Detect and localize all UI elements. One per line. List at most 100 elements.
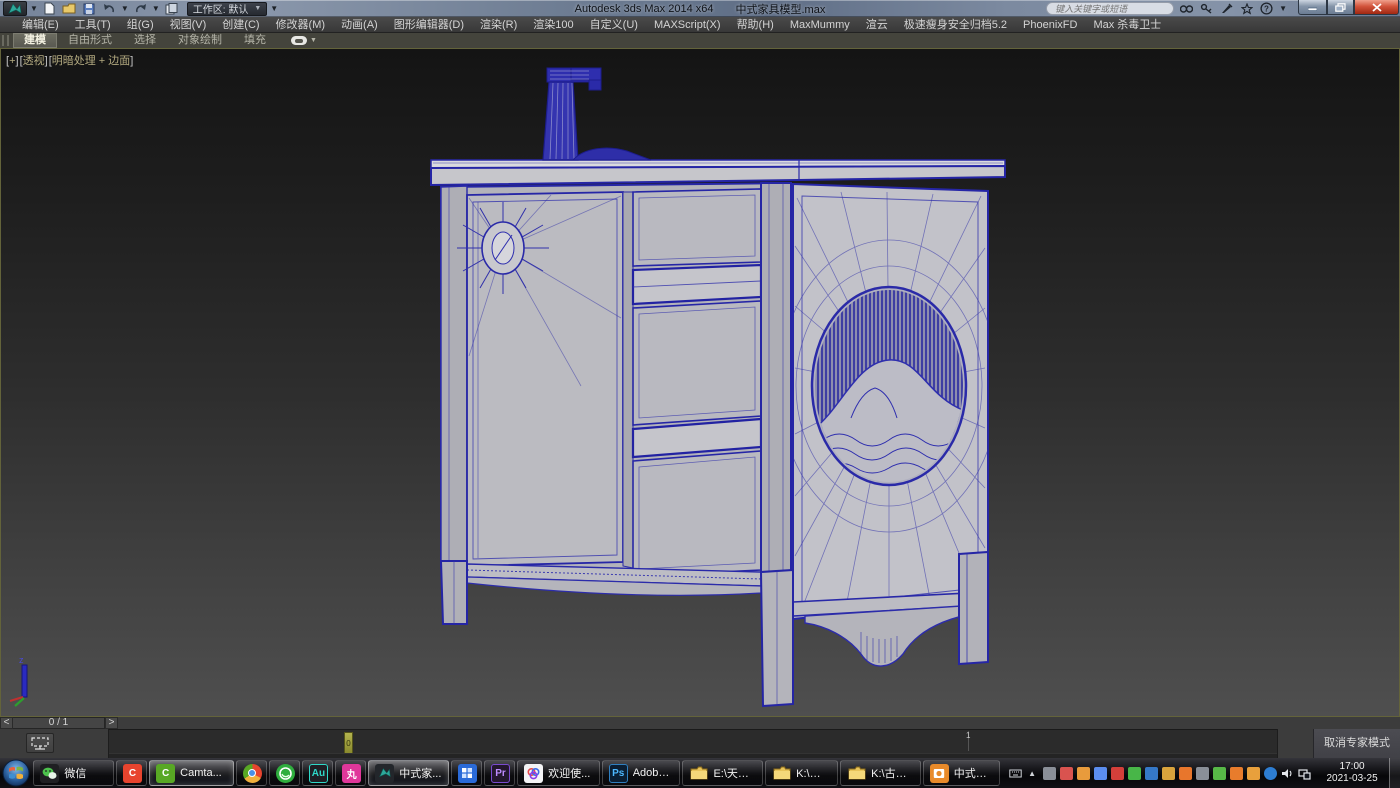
help-caret-icon[interactable]: ▼	[1279, 4, 1287, 13]
tray-usb-icon[interactable]	[1196, 767, 1209, 780]
tray-updater-icon[interactable]	[1060, 767, 1073, 780]
tray-drive-icon[interactable]	[1179, 767, 1192, 780]
taskbar-premiere-button[interactable]: Pr	[484, 760, 515, 786]
cancel-expert-mode-button[interactable]: 取消专家模式	[1313, 729, 1400, 758]
menu-item-phoenixfd[interactable]: PhoenixFD	[1015, 17, 1085, 33]
minimize-button[interactable]	[1298, 0, 1327, 15]
menu-item-maxscript[interactable]: MAXScript(X)	[646, 17, 729, 33]
ribbon-tab-populate[interactable]: 填充	[233, 33, 277, 48]
search-binoculars-icon[interactable]	[1179, 2, 1194, 16]
menu-item-antivirus[interactable]: Max 杀毒卫士	[1085, 17, 1169, 33]
viewport-menu-shading[interactable]: [明暗处理 + 边面]	[49, 55, 134, 67]
menu-item-slim-archive[interactable]: 极速瘦身安全归档5.2	[896, 17, 1015, 33]
previous-frame-button[interactable]: <	[0, 717, 13, 729]
redo-button[interactable]	[132, 1, 149, 16]
perspective-viewport-canvas[interactable]: [+][透视][明暗处理 + 边面]	[0, 48, 1400, 717]
menu-item-graph-editors[interactable]: 图形编辑器(D)	[386, 17, 472, 33]
toolbar-flyout-caret-icon[interactable]: ▼	[270, 4, 278, 13]
tray-notes-icon[interactable]	[1213, 767, 1226, 780]
menu-item-maxmummy[interactable]: MaxMummy	[782, 17, 858, 33]
app-menu-caret-icon[interactable]: ▼	[30, 4, 38, 13]
redo-list-caret-icon[interactable]: ▼	[152, 4, 160, 13]
subscription-key-icon[interactable]	[1199, 2, 1214, 16]
tray-security-icon[interactable]	[1162, 767, 1175, 780]
next-frame-button[interactable]: >	[105, 717, 118, 729]
taskbar-browser-360-button[interactable]	[269, 760, 300, 786]
tray-cloud-icon[interactable]	[1094, 767, 1107, 780]
tray-volume-icon[interactable]	[1281, 767, 1294, 780]
wechat-icon	[40, 764, 59, 783]
tray-ime-icon[interactable]	[1043, 767, 1056, 780]
viewport-menu-pov[interactable]: [透视]	[20, 55, 48, 67]
undo-button[interactable]	[101, 1, 118, 16]
taskbar-image-viewer-button[interactable]: 中式家...	[923, 760, 1000, 786]
tray-shield-icon[interactable]	[1247, 767, 1260, 780]
tray-cf-icon[interactable]	[1145, 767, 1158, 780]
taskbar-video-editor-button[interactable]	[451, 760, 482, 786]
taskbar-folder-k2-button[interactable]: K:\古色...	[840, 760, 921, 786]
taskbar-welcome-button[interactable]: 欢迎使...	[517, 760, 600, 786]
tray-keyboard-icon[interactable]	[1009, 767, 1022, 780]
ribbon-minimize-toggle-icon[interactable]	[291, 36, 307, 45]
new-scene-button[interactable]	[41, 1, 58, 16]
menu-item-renderfarm[interactable]: 渲云	[858, 17, 896, 33]
tray-downloader-icon[interactable]	[1077, 767, 1090, 780]
start-button[interactable]	[0, 758, 32, 788]
taskbar-audition-button[interactable]: Au	[302, 760, 333, 786]
tray-mail-icon[interactable]	[1230, 767, 1243, 780]
taskbar-wechat-button[interactable]: 微信	[33, 760, 114, 786]
menu-item-tools[interactable]: 工具(T)	[67, 17, 119, 33]
taskbar-chrome-button[interactable]	[236, 760, 267, 786]
save-file-button[interactable]	[81, 1, 98, 16]
taskbar-folder-k1-button[interactable]: K:\录制	[765, 760, 838, 786]
mini-curve-editor-button[interactable]	[26, 733, 54, 753]
viewport-menu-general[interactable]: [+]	[6, 55, 19, 67]
menu-item-customize[interactable]: 自定义(U)	[582, 17, 646, 33]
undo-list-caret-icon[interactable]: ▼	[121, 4, 129, 13]
ribbon-tab-object-paint[interactable]: 对象绘制	[167, 33, 233, 48]
show-desktop-button[interactable]	[1389, 758, 1400, 788]
tray-internet-icon[interactable]	[1264, 767, 1277, 780]
menu-item-edit[interactable]: 编辑(E)	[14, 17, 67, 33]
time-slider-marker[interactable]: 0	[344, 732, 353, 754]
menu-item-modifiers[interactable]: 修改器(M)	[268, 17, 334, 33]
tray-expand-arrow-icon[interactable]: ▲	[1026, 767, 1039, 780]
taskbar-camtasia-red-button[interactable]: C	[116, 760, 147, 786]
menu-item-views[interactable]: 视图(V)	[162, 17, 215, 33]
infocenter-search-input[interactable]	[1046, 2, 1174, 15]
project-folder-button[interactable]	[163, 1, 180, 16]
taskbar-folder-e-button[interactable]: E:\天竹...	[682, 760, 763, 786]
open-file-button[interactable]	[61, 1, 78, 16]
menu-item-create[interactable]: 创建(C)	[214, 17, 267, 33]
folder-icon	[847, 764, 866, 783]
restore-button[interactable]	[1327, 0, 1354, 15]
taskbar-xiaowan-button[interactable]: 丸	[335, 760, 366, 786]
taskbar-camtasia-button[interactable]: C Camta...	[149, 760, 233, 786]
app-logo-icon[interactable]	[3, 1, 27, 16]
ribbon-grip-handle[interactable]	[2, 35, 9, 46]
workspace-selector[interactable]: 工作区: 默认 ▼	[187, 2, 268, 16]
tray-network-icon[interactable]	[1298, 767, 1311, 780]
menu-bar: 编辑(E) 工具(T) 组(G) 视图(V) 创建(C) 修改器(M) 动画(A…	[0, 17, 1400, 33]
communication-center-icon[interactable]	[1219, 2, 1234, 16]
tray-wechat-icon[interactable]	[1128, 767, 1141, 780]
menu-item-help[interactable]: 帮助(H)	[729, 17, 782, 33]
taskbar-3dsmax-button[interactable]: 中式家...	[368, 760, 449, 786]
ribbon-tab-selection[interactable]: 选择	[123, 33, 167, 48]
menu-item-group[interactable]: 组(G)	[119, 17, 162, 33]
menu-item-render100[interactable]: 渲染100	[525, 17, 581, 33]
menu-item-rendering[interactable]: 渲染(R)	[472, 17, 525, 33]
tray-acrobat-icon[interactable]	[1111, 767, 1124, 780]
taskbar-clock[interactable]: 17:00 2021-03-25	[1321, 761, 1384, 785]
ribbon-tab-freeform[interactable]: 自由形式	[57, 33, 123, 48]
ribbon-minimize-caret-icon[interactable]: ▼	[310, 37, 317, 44]
close-button[interactable]	[1354, 0, 1399, 15]
ribbon-tab-modeling[interactable]: 建模	[13, 33, 57, 48]
favorites-star-icon[interactable]	[1239, 2, 1254, 16]
taskbar-photoshop-button[interactable]: Ps Adobe...	[602, 760, 681, 786]
menu-item-animation[interactable]: 动画(A)	[333, 17, 386, 33]
clock-date: 2021-03-25	[1321, 773, 1384, 785]
timeline-track[interactable]: 0 1	[108, 729, 1278, 758]
svg-text:?: ?	[1264, 4, 1269, 13]
help-icon[interactable]: ?	[1259, 2, 1274, 16]
